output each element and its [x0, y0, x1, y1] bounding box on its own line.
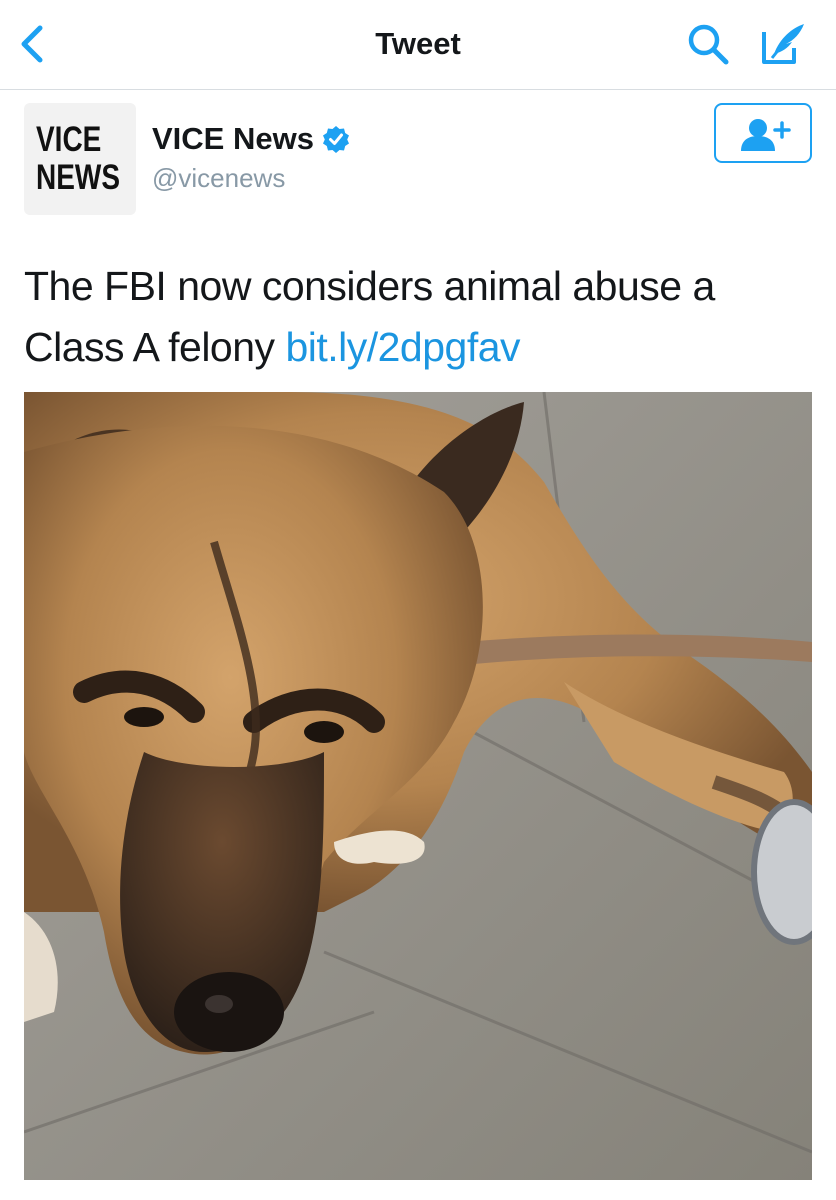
search-button[interactable] [686, 22, 732, 68]
author-name-text: VICE News [152, 121, 314, 156]
follow-button[interactable] [714, 103, 812, 163]
navigation-bar: Tweet [0, 0, 836, 90]
avatar-logo-line-1: VICE [36, 120, 102, 159]
avatar-logo-text: VICE NEWS [36, 121, 120, 197]
avatar[interactable]: VICE NEWS [24, 103, 136, 215]
tweet-author-header: VICE NEWS VICE News @vicenews [0, 91, 836, 231]
dog-photo-image [24, 392, 812, 1180]
tweet-text: The FBI now considers animal abuse a Cla… [24, 256, 814, 378]
author-handle[interactable]: @vicenews [152, 163, 285, 194]
avatar-logo-line-2: NEWS [36, 158, 120, 197]
tweet-photo[interactable] [24, 392, 812, 1180]
verified-badge-icon [322, 126, 349, 153]
follow-user-icon [741, 119, 791, 151]
compose-button[interactable] [758, 18, 810, 70]
tweet-link[interactable]: bit.ly/2dpgfav [285, 324, 520, 370]
compose-tweet-icon [762, 24, 804, 64]
search-icon [688, 24, 729, 65]
author-display-name[interactable]: VICE News [152, 121, 350, 157]
